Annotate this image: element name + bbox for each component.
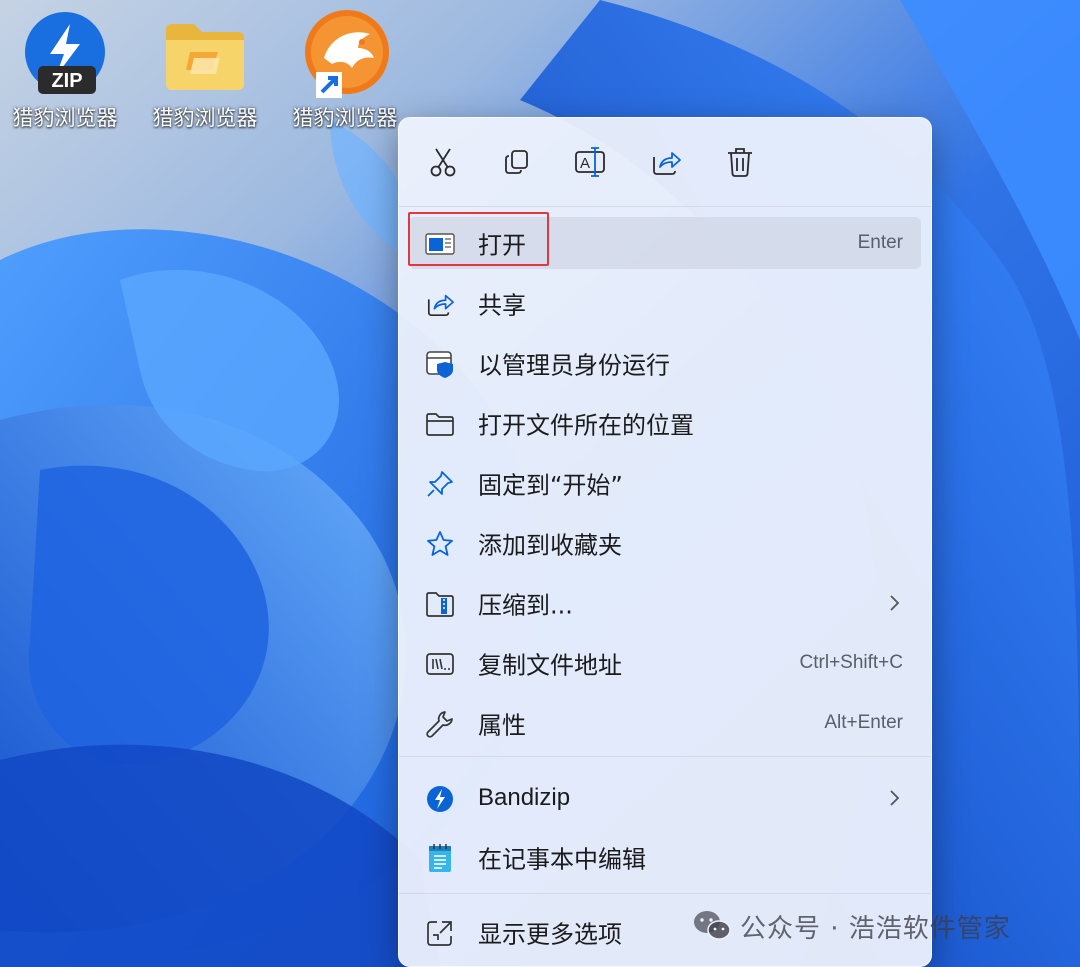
menu-item-pin-to-start[interactable]: 固定到“开始” [409, 457, 921, 509]
bandizip-icon [427, 786, 453, 812]
context-menu: A 打开 Enter 共享 以管理员身份运行 打开文件所在的位置 固定到“开始”… [398, 117, 932, 967]
delete-icon [728, 148, 752, 177]
chevron-right-icon [890, 790, 900, 806]
copy-path-icon [426, 653, 454, 675]
copy-icon [505, 150, 528, 174]
wrench-icon [426, 711, 453, 738]
folder-open-icon [426, 413, 454, 436]
toolbar-divider [399, 206, 931, 207]
cheetah-browser-shortcut-icon [300, 8, 390, 98]
more-options-icon [427, 921, 452, 946]
cut-button[interactable] [419, 140, 467, 184]
wechat-icon [694, 911, 731, 940]
menu-item-copy-path[interactable]: 复制文件地址 Ctrl+Shift+C [409, 637, 921, 689]
bandizip-zip-icon: ZIP [20, 8, 110, 98]
folder-icon [160, 8, 250, 98]
share-icon [427, 294, 454, 317]
context-menu-toolbar: A [399, 118, 931, 206]
desktop-icon-label: 猎豹浏览器 [152, 106, 258, 130]
menu-item-label: 在记事本中编辑 [478, 845, 646, 874]
open-window-icon [425, 233, 455, 255]
menu-item-label: 显示更多选项 [478, 920, 622, 949]
menu-item-edit-in-notepad[interactable]: 在记事本中编辑 [409, 831, 921, 883]
pin-icon [427, 471, 453, 497]
menu-item-shortcut: Alt+Enter [824, 712, 903, 733]
cut-icon [430, 148, 456, 177]
menu-item-label: 共享 [478, 291, 526, 320]
desktop-icon-cheetah-browser[interactable]: 猎豹浏览器 [280, 8, 410, 138]
desktop-icon-folder[interactable]: 猎豹浏览器 [140, 8, 270, 138]
copy-button[interactable] [493, 140, 541, 184]
menu-item-share[interactable]: 共享 [409, 277, 921, 329]
menu-item-open-file-location[interactable]: 打开文件所在的位置 [409, 397, 921, 449]
menu-item-add-to-favorites[interactable]: 添加到收藏夹 [409, 517, 921, 569]
menu-item-compress-to[interactable]: 压缩到... [409, 577, 921, 629]
chevron-right-icon [890, 595, 900, 611]
share-button[interactable] [642, 140, 690, 184]
notepad-icon [429, 844, 451, 872]
watermark: 公众号 · 浩浩软件管家 [692, 902, 1011, 950]
menu-item-label: 打开文件所在的位置 [478, 411, 694, 440]
menu-item-label: 属性 [478, 711, 526, 740]
menu-item-run-as-admin[interactable]: 以管理员身份运行 [409, 337, 921, 389]
menu-item-bandizip[interactable]: Bandizip [409, 772, 921, 824]
rename-button[interactable]: A [567, 140, 615, 184]
menu-item-label: Bandizip [478, 784, 571, 811]
menu-item-label: 固定到“开始” [478, 471, 623, 500]
zip-badge-text: ZIP [51, 70, 82, 92]
share-icon [653, 152, 681, 175]
menu-divider [399, 756, 931, 757]
admin-shield-icon [426, 351, 453, 378]
desktop-icon-bandizip[interactable]: ZIP 猎豹浏览器 [0, 8, 130, 138]
menu-item-label: 打开 [478, 231, 526, 260]
menu-item-open[interactable]: 打开 Enter [409, 217, 921, 269]
zip-folder-icon [426, 592, 454, 617]
desktop-icon-label: 猎豹浏览器 [292, 106, 398, 130]
rename-icon: A [575, 147, 605, 177]
menu-item-shortcut: Enter [857, 232, 903, 253]
svg-text:A: A [580, 155, 590, 172]
star-icon [427, 531, 453, 556]
menu-item-properties[interactable]: 属性 Alt+Enter [409, 697, 921, 749]
delete-button[interactable] [716, 140, 764, 184]
menu-item-label: 以管理员身份运行 [478, 351, 670, 380]
menu-item-label: 复制文件地址 [478, 651, 622, 680]
menu-item-shortcut: Ctrl+Shift+C [799, 652, 903, 673]
desktop-icon-label: 猎豹浏览器 [12, 106, 118, 130]
menu-item-label: 添加到收藏夹 [478, 531, 622, 560]
menu-divider [399, 893, 931, 894]
menu-item-label: 压缩到... [478, 591, 573, 620]
watermark-text: 公众号 · 浩浩软件管家 [740, 913, 1011, 944]
